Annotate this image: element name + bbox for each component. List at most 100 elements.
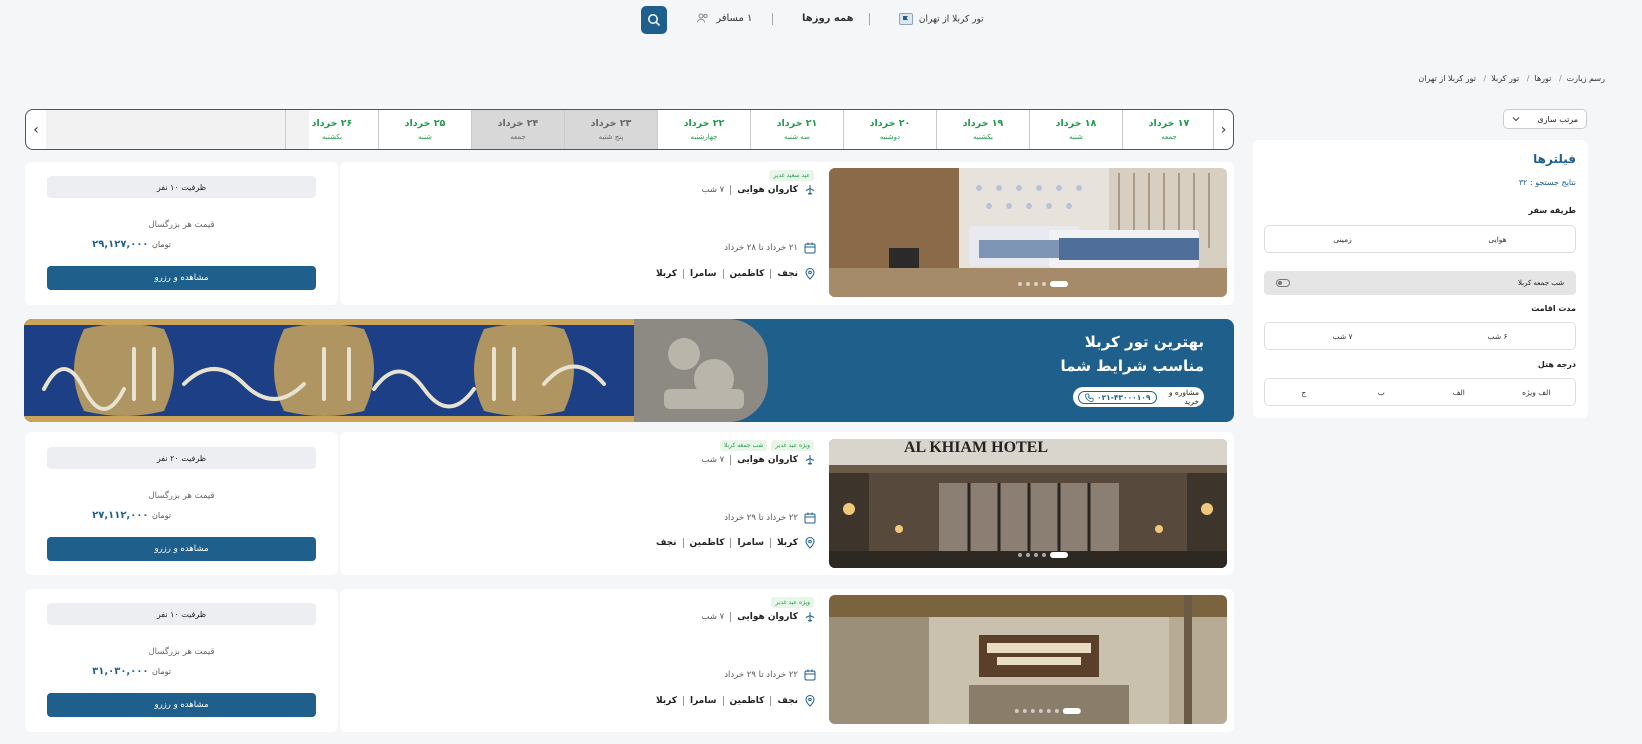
phone-text: ۰۲۱-۴۳۰۰۰۱۰۹ [1097,392,1151,402]
city: کاظمین [729,696,765,706]
date-option[interactable]: ۱۸ خرداد شنبه [1029,110,1122,149]
phone-number[interactable]: ۰۲۱-۴۳۰۰۰۱۰۹ [1078,390,1158,404]
weekday-label: شنبه [1069,133,1083,141]
tour-card: ظرفیت ۱۰ نفر قیمت هر بزرگسال تومان ۳۱,۰۳… [25,589,1234,732]
option-grade-a-plus[interactable]: الف ویژه [1498,379,1576,405]
calendar-icon [804,512,816,524]
consult-button[interactable]: مشاوره و خرید ۰۲۱-۴۳۰۰۰۱۰۹ [1073,387,1204,407]
option-air[interactable]: هوایی [1420,226,1575,252]
date-range: ۲۱ خرداد تا ۲۸ خرداد [724,243,798,253]
date-option[interactable]: ۱۹ خرداد یکشنبه [936,110,1029,149]
breadcrumb-item[interactable]: رسم زیارت [1567,74,1605,83]
flag-icon [899,13,913,25]
stay-label: مدت اقامت [1531,304,1576,313]
hotel-photo[interactable] [829,595,1227,724]
cities-row: کربلا سامرا کاظمین نجف [656,537,816,549]
breadcrumb: رسم زیارت/ تورها/ تور کربلا/ تور کربلا ا… [1418,74,1605,83]
weekday-label: یکشنبه [321,133,343,141]
breadcrumb-item[interactable]: تورها [1535,74,1552,83]
date-option[interactable]: ۲۵ خرداد شنبه [378,110,471,149]
passengers-selector[interactable]: ۱ مسافر [697,13,752,24]
date-label: ۲۵ خرداد [404,118,446,129]
divider [722,269,724,279]
search-icon [648,14,661,27]
tour-price-panel: ظرفیت ۱۰ نفر قیمت هر بزرگسال تومان ۲۹,۱۲… [25,162,338,305]
travel-method-options: هوایی زمینی [1264,225,1576,253]
hotel-photo[interactable]: AL KHIAM HOTEL [829,439,1227,568]
price-label: قیمت هر بزرگسال [148,491,215,501]
tour-card: ظرفیت ۲۰ نفر قیمت هر بزرگسال تومان ۲۷,۱۱… [25,432,1234,575]
weekday-label: دوشنبه [879,133,901,141]
friday-night-toggle[interactable] [1276,279,1290,287]
hotel-sign: AL KHIAM HOTEL [904,439,1049,456]
airplane-icon [804,454,816,466]
view-and-reserve-button[interactable]: مشاهده و رزرو [47,693,316,717]
carousel-dots[interactable] [1018,281,1068,287]
view-and-reserve-button[interactable]: مشاهده و رزرو [47,266,316,290]
tag: ویژه عید غدیر [771,440,814,451]
date-label: ۲۰ خرداد [869,118,911,129]
date-strip: ‹ ۱۷ خرداد جمعه ۱۸ خرداد شنبه ۱۹ خرداد یکشنبه… [25,109,1234,150]
dates-selector[interactable]: همه روزها [802,13,854,24]
divider [730,538,732,548]
city: کربلا [655,696,677,706]
divider [682,538,684,548]
city: نجف [777,696,798,706]
option-7-nights[interactable]: ۷ شب [1265,323,1420,349]
date-option[interactable]: ۲۳ خرداد پنج شنبه [564,110,657,149]
prev-dates-button[interactable]: › [1213,110,1233,149]
date-option[interactable]: ۲۶ خرداد یکشنبه [285,110,378,149]
currency: تومان [152,240,171,249]
city: نجف [655,538,677,548]
dates-label: همه روزها [802,13,854,24]
hotel-photo[interactable] [829,168,1227,297]
date-option[interactable]: ۲۱ خرداد سه شنبه [750,110,843,149]
city: سامرا [690,696,717,706]
breadcrumb-item[interactable]: تور کربلا [1491,74,1519,83]
divider [769,538,771,548]
divider [770,269,772,279]
promo-banner[interactable]: بهترین تور کربلا مناسب شرایط شما مشاوره … [24,319,1234,422]
sort-dropdown[interactable]: مرتب سازی [1503,109,1587,129]
option-grade-b[interactable]: ب [1343,379,1421,405]
next-dates-button[interactable]: ‹ [26,110,46,149]
consult-label: مشاوره و خرید [1168,388,1199,406]
banner-subtitle: مناسب شرایط شما [1060,357,1204,375]
divider [722,696,724,706]
option-ground[interactable]: زمینی [1265,226,1420,252]
city: سامرا [737,538,764,548]
view-and-reserve-button[interactable]: مشاهده و رزرو [47,537,316,561]
date-option[interactable]: ۱۷ خرداد جمعه [1122,110,1215,149]
city: نجف [777,269,798,279]
phone-icon [1085,393,1094,402]
carousel-dots[interactable] [1018,552,1068,558]
option-6-nights[interactable]: ۶ شب [1420,323,1575,349]
tour-tags: ویژه عید غدیر [771,597,814,608]
date-option[interactable]: ۲۴ خرداد جمعه [471,110,564,149]
date-option[interactable]: ۲۰ خرداد دوشنبه [843,110,936,149]
weekday-label: جمعه [1161,133,1177,141]
city: کربلا [655,269,677,279]
search-button[interactable] [641,6,667,34]
hotel-facade-image [829,439,1227,568]
price-label: قیمت هر بزرگسال [148,220,215,230]
tour-details: AL KHIAM HOTEL ویژه عید غدیر شب جمعه کرب… [340,432,1234,575]
filters-panel: فیلترها نتایج جستجو : ۳۲ طریقه سفر هوایی… [1253,140,1588,418]
calendar-icon [804,242,816,254]
carousel-dots[interactable] [1014,708,1081,714]
hotel-sign-image [829,595,1227,724]
option-grade-a[interactable]: الف [1420,379,1498,405]
date-label: ۱۹ خرداد [962,118,1004,129]
route-selector[interactable]: تور کربلا از تهران [899,13,984,25]
results-count: نتایج جستجو : ۳۲ [1519,178,1576,187]
friday-night-filter: شب جمعه کربلا [1264,271,1576,295]
date-range: ۲۲ خرداد تا ۲۹ خرداد [724,513,798,523]
weekday-label: شنبه [418,133,432,141]
location-pin-icon [804,268,816,280]
tour-card: ظرفیت ۱۰ نفر قیمت هر بزرگسال تومان ۲۹,۱۲… [25,162,1234,305]
option-grade-c[interactable]: ج [1265,379,1343,405]
passengers-label: ۱ مسافر [716,13,753,24]
weekday-label: سه شنبه [784,133,810,141]
tour-price-panel: ظرفیت ۱۰ نفر قیمت هر بزرگسال تومان ۳۱,۰۳… [25,589,338,732]
date-option[interactable]: ۲۲ خرداد چهارشنبه [657,110,750,149]
